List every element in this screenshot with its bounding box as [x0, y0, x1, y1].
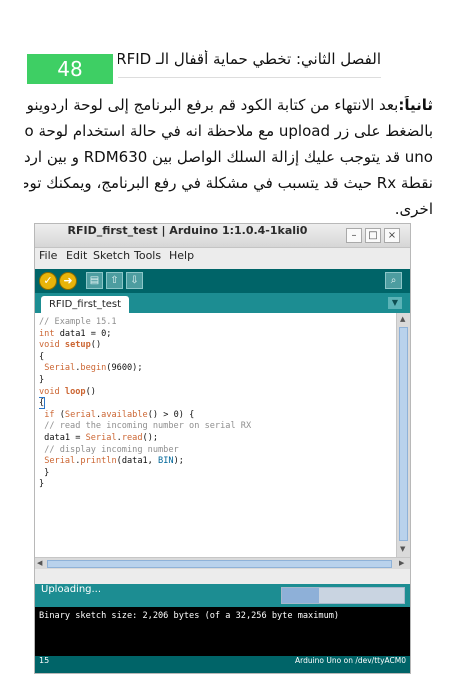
code-token: Serial — [64, 409, 96, 420]
body-paragraph: ثانياً:بعد الانتهاء من كتابة الكود قم بر… — [24, 96, 433, 226]
code-token: ); — [173, 456, 184, 467]
upload-progress-bar — [281, 587, 405, 604]
code-token: } — [39, 374, 45, 385]
upload-progress-fill — [282, 588, 319, 603]
code-token: setup — [64, 340, 91, 351]
code-token: ( — [54, 409, 65, 420]
code-line: // read the incoming number on serial RX — [39, 421, 395, 433]
code-line: if (Serial.available() > 0) { — [39, 410, 395, 422]
minimize-button[interactable]: – — [346, 228, 362, 243]
code-token: () — [85, 386, 96, 397]
line-number: 15 — [39, 656, 50, 665]
code-token: (data1, — [116, 456, 159, 467]
code-token: Serial — [44, 456, 76, 467]
close-button[interactable]: × — [384, 228, 400, 243]
scroll-down-icon[interactable]: ▼ — [400, 545, 405, 553]
code-line: Serial.println(data1, BIN); — [39, 456, 395, 468]
code-token: begin — [80, 363, 107, 374]
tab-menu-icon[interactable]: ▼ — [388, 297, 402, 309]
menu-help[interactable]: Help — [169, 249, 194, 269]
code-line: data1 = Serial.read(); — [39, 433, 395, 445]
code-line: Serial.begin(9600); — [39, 363, 395, 375]
menu-bar: File Edit Sketch Tools Help — [35, 249, 410, 269]
code-line: { — [39, 352, 395, 364]
menu-edit[interactable]: Edit — [66, 249, 87, 269]
status-message: Uploading... — [41, 584, 102, 595]
code-line: void loop() — [39, 387, 395, 399]
maximize-button[interactable]: □ — [365, 228, 381, 243]
paragraph-line-1: ثانياً:بعد الانتهاء من كتابة الكود قم بر… — [24, 96, 433, 122]
serial-monitor-icon[interactable]: ⌕ — [385, 272, 402, 289]
code-token: } — [39, 479, 45, 490]
upload-icon[interactable]: ➜ — [59, 272, 77, 290]
code-token: } — [39, 467, 50, 478]
code-token: // read the incoming number on serial RX — [44, 421, 252, 432]
code-line: // Example 15.1 — [39, 317, 395, 329]
horizontal-scroll-thumb[interactable] — [47, 560, 392, 568]
code-token: (); — [142, 432, 159, 443]
window-title: RFID_first_test | Arduino 1:1.0.4-1kali0 — [67, 224, 308, 237]
scroll-right-icon[interactable]: ▶ — [399, 559, 404, 567]
code-editor[interactable]: // Example 15.1 int data1 = 0; void setup(… — [35, 313, 410, 569]
code-token: void — [39, 340, 60, 351]
paragraph-line-4: نقطة Rx حيث قد يتسبب في مشكلة في رفع الب… — [24, 174, 433, 192]
code-token: read — [121, 432, 143, 443]
code-line: void setup() — [39, 340, 395, 352]
code-token: println — [80, 456, 117, 467]
tab-bar: RFID_first_test ▼ — [35, 293, 410, 313]
horizontal-scrollbar[interactable]: ◀ ▶ — [35, 557, 410, 569]
code-token: BIN — [158, 456, 174, 467]
menu-tools[interactable]: Tools — [134, 249, 161, 269]
code-token: // display incoming number — [44, 444, 179, 455]
code-line: } — [39, 479, 395, 491]
tab-sketch[interactable]: RFID_first_test — [41, 296, 129, 313]
paragraph-line-text: بعد الانتهاء من كتابة الكود قم برفع البر… — [24, 96, 399, 114]
code-token: if — [44, 409, 55, 420]
code-token: void — [39, 386, 60, 397]
window-titlebar[interactable]: RFID_first_test | Arduino 1:1.0.4-1kali0… — [35, 224, 410, 248]
code-area[interactable]: // Example 15.1 int data1 = 0; void setup(… — [39, 317, 395, 557]
vertical-scrollbar[interactable]: ▲ ▼ — [396, 313, 410, 557]
scroll-left-icon[interactable]: ◀ — [37, 559, 42, 567]
vertical-scroll-thumb[interactable] — [399, 327, 408, 541]
code-token: data1 = 0; — [54, 328, 112, 339]
code-token: Serial — [44, 363, 76, 374]
toolbar: ✓ ➜ ▤ ⇧ ⇩ ⌕ — [35, 269, 410, 293]
code-line: } — [39, 468, 395, 480]
arduino-ide-window: RFID_first_test | Arduino 1:1.0.4-1kali0… — [34, 223, 411, 674]
code-token: Serial — [85, 432, 117, 443]
status-bar: Uploading... — [35, 584, 410, 607]
code-line: { — [39, 397, 395, 410]
save-icon[interactable]: ⇩ — [126, 272, 143, 289]
code-token: (9600); — [106, 363, 143, 374]
new-icon[interactable]: ▤ — [86, 272, 103, 289]
code-line: } — [39, 375, 395, 387]
code-token: { — [39, 397, 46, 410]
paragraph-lead: ثانياً: — [398, 96, 433, 114]
code-token: () — [90, 340, 102, 351]
menu-sketch[interactable]: Sketch — [93, 249, 130, 269]
code-token: available — [101, 409, 148, 420]
console-message: Binary sketch size: 2,206 bytes (of a 32… — [39, 611, 340, 621]
code-token: int — [39, 328, 55, 339]
paragraph-line-2: بالضغط على زر upload مع ملاحظة انه في حا… — [24, 122, 433, 140]
ide-footer: 15 Arduino Uno on /dev/ttyACM0 — [35, 656, 410, 673]
code-token: { — [39, 351, 45, 362]
chapter-title: الفصل الثاني: تخطي حماية أقفال الـ RFID — [118, 50, 381, 68]
code-token: // Example 15.1 — [39, 317, 117, 327]
header-divider — [118, 77, 381, 78]
paragraph-line-3: uno قد يتوجب عليك إزالة السلك الواصل بين… — [24, 148, 433, 166]
code-token: loop — [64, 386, 86, 397]
scroll-up-icon[interactable]: ▲ — [400, 315, 405, 323]
menu-file[interactable]: File — [39, 249, 57, 269]
code-token: data1 = — [39, 432, 86, 443]
code-line: int data1 = 0; — [39, 329, 395, 341]
board-port-label: Arduino Uno on /dev/ttyACM0 — [294, 656, 406, 665]
code-line: // display incoming number — [39, 445, 395, 457]
verify-icon[interactable]: ✓ — [39, 272, 57, 290]
code-token: () > 0) { — [147, 409, 195, 420]
open-icon[interactable]: ⇧ — [106, 272, 123, 289]
output-console[interactable]: Binary sketch size: 2,206 bytes (of a 32… — [35, 607, 410, 656]
page-number: 48 — [27, 54, 113, 84]
